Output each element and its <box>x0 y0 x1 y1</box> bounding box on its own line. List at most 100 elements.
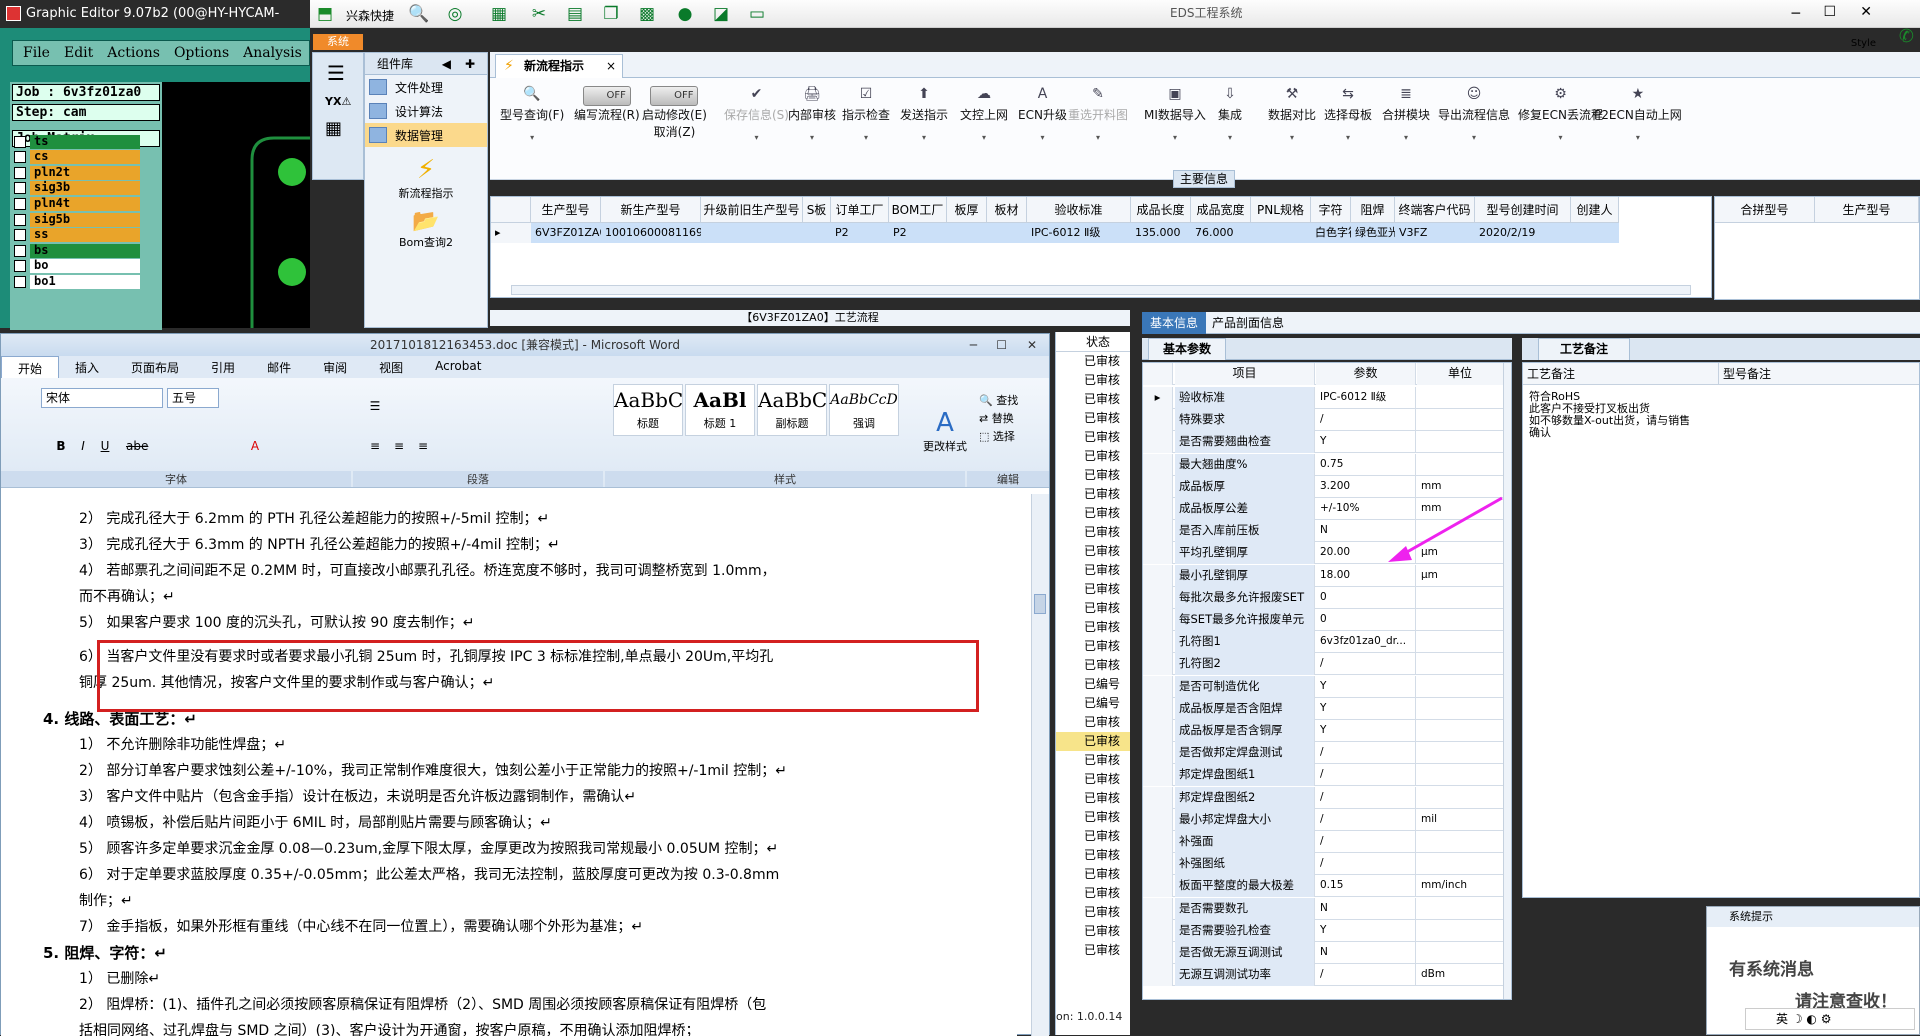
status-item[interactable]: 已审核 <box>1056 504 1130 523</box>
font-size-select[interactable]: 五号 <box>167 388 219 408</box>
toolbar-button[interactable]: ⚒ 数据对比 ▾ <box>1268 86 1316 142</box>
font-color-button[interactable]: A <box>245 436 265 454</box>
param-value[interactable]: / <box>1316 853 1416 876</box>
status-item[interactable]: 已审核 <box>1056 428 1130 447</box>
dropdown-arrow-icon[interactable]: ▾ <box>1218 133 1242 142</box>
replace-button[interactable]: ⇄ 替换 <box>979 410 1018 428</box>
layer-row[interactable]: sig3b <box>14 181 140 196</box>
toolbar-button[interactable]: ⬆ 发送指示 ▾ <box>900 86 948 142</box>
table-row[interactable]: 每SET最多允许报废单元 0 <box>1143 609 1503 631</box>
table-row[interactable]: 是否需要翘曲检查 Y <box>1143 431 1503 454</box>
grid-column-header[interactable]: S板 <box>803 197 831 223</box>
grid-column-header[interactable]: BOM工厂 <box>889 197 947 223</box>
chart-icon[interactable]: ◪ <box>710 4 732 24</box>
tab-review[interactable]: 审阅 <box>307 356 363 378</box>
align-center-button[interactable]: ≡ <box>389 436 409 454</box>
table-row[interactable]: 特殊要求 / <box>1143 409 1503 432</box>
quick-launch-icon[interactable]: ⬒ <box>314 4 336 24</box>
param-value[interactable]: Y <box>1316 431 1416 454</box>
param-value[interactable]: / <box>1316 808 1416 831</box>
calculator-icon[interactable]: ▦ <box>325 118 351 139</box>
layer-row[interactable]: sig5b <box>14 212 140 227</box>
horizontal-scrollbar[interactable] <box>511 285 1691 295</box>
tab-new-flow[interactable]: ⚡ 新流程指示 × <box>495 54 623 78</box>
status-item[interactable]: 已编号 <box>1056 675 1130 694</box>
table-row[interactable]: 是否做无源互调测试 N <box>1143 942 1503 964</box>
hamburger-icon[interactable]: ☰ <box>327 61 349 85</box>
status-item[interactable]: 已审核 <box>1056 409 1130 428</box>
status-item[interactable]: 已审核 <box>1056 371 1130 390</box>
toggle-switch[interactable]: OFF <box>650 86 699 106</box>
user-icon[interactable]: ● <box>674 4 696 24</box>
close-button[interactable]: ✕ <box>1860 4 1872 20</box>
tab-basic-params[interactable]: 基本参数 <box>1148 338 1226 360</box>
layer-row[interactable]: cs <box>14 150 140 165</box>
toolbar-button[interactable]: ★ P2ECN自动上网 ▾ <box>1594 86 1682 142</box>
maximize-button[interactable]: ☐ <box>1823 4 1836 20</box>
document-body[interactable]: 2） 完成孔径大于 6.2mm 的 PTH 孔径公差超能力的按照+/-5mil … <box>1 494 1017 1036</box>
grid-column-header[interactable]: 新生产型号 <box>601 197 701 223</box>
grid-cell[interactable] <box>947 223 987 243</box>
param-value[interactable]: 0 <box>1316 609 1416 631</box>
toggle-switch[interactable]: OFF <box>582 86 631 106</box>
status-item[interactable]: 已审核 <box>1056 827 1130 846</box>
status-item[interactable]: 已审核 <box>1056 884 1130 903</box>
tab-mailings[interactable]: 邮件 <box>251 356 307 378</box>
grid-column-header[interactable]: 阻焊 <box>1351 197 1395 223</box>
table-row[interactable]: 是否做邦定焊盘测试 / <box>1143 742 1503 765</box>
bom-query-action[interactable]: 📂 Bom查询2 <box>365 209 487 250</box>
layer-checkbox[interactable] <box>14 244 26 257</box>
layer-checkbox[interactable] <box>14 182 26 195</box>
layer-row[interactable]: pln4t <box>14 196 140 211</box>
layer-checkbox[interactable] <box>14 197 26 210</box>
table-row[interactable]: 最小邦定焊盘大小 / mil <box>1143 808 1503 831</box>
grid-column-header[interactable]: 订单工厂 <box>831 197 889 223</box>
dropdown-arrow-icon[interactable]: ▾ <box>900 133 948 142</box>
dropdown-arrow-icon[interactable]: ▾ <box>1438 133 1510 142</box>
library-item-algorithm[interactable]: 设计算法 <box>365 99 487 123</box>
table-row[interactable]: 邦定焊盘图纸1/ <box>1143 764 1503 787</box>
status-item[interactable]: 已审核 <box>1056 580 1130 599</box>
table-row[interactable]: 是否可制造优化 Y <box>1143 675 1503 698</box>
toolbar-button[interactable]: ⇆ 选择母板 ▾ <box>1324 86 1372 142</box>
layer-row[interactable]: ss <box>14 228 140 243</box>
style-menu[interactable]: Style <box>1851 38 1876 49</box>
toolbar-button[interactable]: A ECN升级 ▾ <box>1018 86 1067 142</box>
search-icon[interactable]: 🔍 <box>408 4 430 24</box>
param-value[interactable]: 0 <box>1316 586 1416 609</box>
layer-checkbox[interactable] <box>14 275 26 288</box>
dropdown-arrow-icon[interactable]: ▾ <box>960 133 1008 142</box>
dropdown-arrow-icon[interactable]: ▾ <box>1068 133 1128 142</box>
toolbar-button[interactable]: ⚙ 修复ECN丢流程 ▾ <box>1518 86 1603 142</box>
grid-cell[interactable] <box>1571 223 1619 243</box>
layer-row[interactable]: pln2t <box>14 165 140 180</box>
layer-row[interactable]: ts <box>14 134 140 149</box>
layer-checkbox[interactable] <box>14 151 26 164</box>
minimize-button[interactable]: ─ <box>1792 6 1800 22</box>
bullets-button[interactable]: ☰ <box>365 396 385 414</box>
dropdown-arrow-icon[interactable]: ▾ <box>1518 133 1603 142</box>
graphic-canvas[interactable] <box>162 82 310 328</box>
grid-cell[interactable]: 76.000 <box>1191 223 1251 243</box>
grid-cell[interactable]: V3FZ <box>1395 223 1475 243</box>
align-right-button[interactable]: ≡ <box>413 436 433 454</box>
system-tab[interactable]: 系统 <box>313 34 363 50</box>
yx-logo-icon[interactable]: YX⚠ <box>325 95 351 108</box>
phone-icon[interactable]: ✆ <box>1899 26 1914 47</box>
merge-header[interactable]: 生产型号 <box>1815 197 1919 223</box>
new-flow-action[interactable]: ⚡ 新流程指示 <box>365 155 487 201</box>
status-item[interactable]: 已审核 <box>1056 808 1130 827</box>
tab-basic-info[interactable]: 基本信息 <box>1142 312 1206 334</box>
grid-column-header[interactable]: 板材 <box>987 197 1027 223</box>
grid-cell[interactable] <box>803 223 831 243</box>
tab-home[interactable]: 开始 <box>1 356 60 378</box>
status-item[interactable]: 已审核 <box>1056 466 1130 485</box>
table-row[interactable]: 孔符图2/ <box>1143 653 1503 676</box>
tab-acrobat[interactable]: Acrobat <box>419 356 497 378</box>
menu-analysis[interactable]: Analysis <box>243 45 302 61</box>
grid-cell[interactable]: IPC-6012 Ⅱ级 <box>1027 223 1131 243</box>
toolbar-button[interactable]: 🖨 内部审核 ▾ <box>788 86 836 142</box>
param-value[interactable]: / <box>1316 653 1416 676</box>
param-value[interactable]: / <box>1316 764 1416 787</box>
style-swatch[interactable]: AaBbCcD 强调 <box>829 384 899 436</box>
